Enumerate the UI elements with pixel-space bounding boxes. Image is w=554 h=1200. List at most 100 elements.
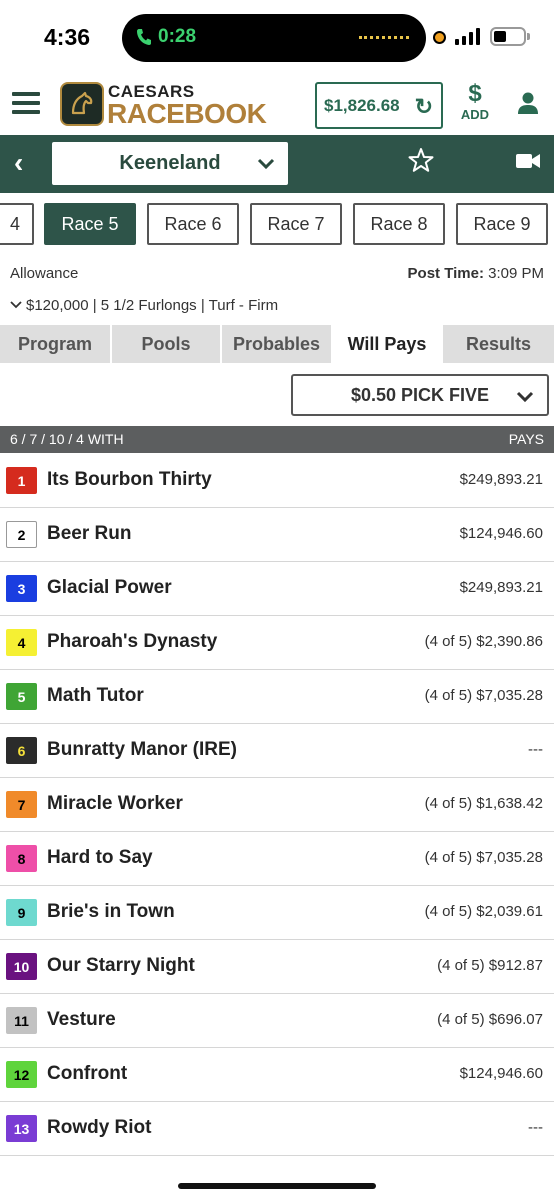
- race-tab-5[interactable]: Race 5: [44, 203, 136, 245]
- chevron-down-icon: [516, 391, 534, 403]
- runner-name: Brie's in Town: [47, 901, 175, 922]
- race-tab-9[interactable]: Race 9: [456, 203, 548, 245]
- will-pay-amount: ---: [528, 741, 543, 758]
- brand-racebook: RACEBOOK: [107, 98, 267, 129]
- profile-icon[interactable]: [516, 91, 540, 115]
- saddle-cloth-number: 7: [6, 791, 37, 818]
- will-pay-amount: (4 of 5) $912.87: [437, 957, 543, 974]
- combination-label: 6 / 7 / 10 / 4 WITH: [10, 431, 124, 447]
- add-funds-button[interactable]: $ ADD: [458, 80, 492, 123]
- list-item[interactable]: 6 Bunratty Manor (IRE) ---: [0, 724, 554, 778]
- tab-label: Program: [17, 333, 93, 354]
- will-pays-list: 1 Its Bourbon Thirty $249,893.21 2 Beer Run $…: [0, 454, 554, 1156]
- will-pay-amount: (4 of 5) $7,035.28: [424, 687, 543, 704]
- race-tab-4[interactable]: 4: [0, 203, 34, 245]
- combination-header: 6 / 7 / 10 / 4 WITH PAYS: [0, 426, 554, 453]
- runner-name: Vesture: [47, 1009, 116, 1030]
- list-item[interactable]: 13 Rowdy Riot ---: [0, 1102, 554, 1156]
- waveform-icon: [359, 36, 409, 40]
- will-pay-amount: (4 of 5) $696.07: [437, 1011, 543, 1028]
- tab-pools[interactable]: Pools: [112, 325, 222, 363]
- race-details: $120,000 | 5 1/2 Furlongs | Turf - Firm: [26, 297, 279, 314]
- tab-label: Results: [465, 333, 532, 354]
- runner-name: Its Bourbon Thirty: [47, 469, 212, 490]
- will-pay-amount: (4 of 5) $1,638.42: [424, 795, 543, 812]
- back-chevron-icon[interactable]: ‹: [14, 149, 23, 177]
- hamburger-menu-icon[interactable]: [12, 92, 40, 114]
- post-time-label: Post Time:: [407, 265, 484, 282]
- phone-icon: [137, 29, 151, 45]
- bet-type-select[interactable]: $0.50 PICK FIVE: [291, 374, 549, 416]
- saddle-cloth-number: 10: [6, 953, 37, 980]
- tab-label: Probables: [232, 333, 321, 354]
- saddle-cloth-number: 2: [6, 521, 37, 548]
- call-time: 0:28: [158, 26, 197, 47]
- race-tab-label: 4: [9, 213, 20, 234]
- race-tab-7[interactable]: Race 7: [250, 203, 342, 245]
- will-pay-amount: (4 of 5) $2,039.61: [424, 903, 543, 920]
- list-item[interactable]: 10 Our Starry Night (4 of 5) $912.87: [0, 940, 554, 994]
- race-tab-label: Race 6: [164, 213, 222, 234]
- chevron-down-icon: [257, 158, 275, 170]
- runner-name: Math Tutor: [47, 685, 144, 706]
- saddle-cloth-number: 1: [6, 467, 37, 494]
- list-item[interactable]: 4 Pharoah's Dynasty (4 of 5) $2,390.86: [0, 616, 554, 670]
- race-tab-8[interactable]: Race 8: [353, 203, 445, 245]
- will-pay-amount: (4 of 5) $7,035.28: [424, 849, 543, 866]
- tab-results[interactable]: Results: [443, 325, 554, 363]
- list-item[interactable]: 3 Glacial Power $249,893.21: [0, 562, 554, 616]
- runner-name: Miracle Worker: [47, 793, 183, 814]
- home-indicator[interactable]: [178, 1183, 376, 1189]
- video-camera-icon[interactable]: [516, 152, 540, 170]
- list-item[interactable]: 5 Math Tutor (4 of 5) $7,035.28: [0, 670, 554, 724]
- battery-icon: [490, 27, 526, 46]
- race-details-toggle[interactable]: $120,000 | 5 1/2 Furlongs | Turf - Firm: [10, 297, 278, 314]
- refresh-icon[interactable]: ↻: [415, 94, 433, 120]
- runner-name: Bunratty Manor (IRE): [47, 739, 237, 760]
- list-item[interactable]: 12 Confront $124,946.60: [0, 1048, 554, 1102]
- runner-name: Rowdy Riot: [47, 1117, 152, 1138]
- track-name: Keeneland: [119, 152, 221, 174]
- race-tab-6[interactable]: Race 6: [147, 203, 239, 245]
- list-item[interactable]: 1 Its Bourbon Thirty $249,893.21: [0, 454, 554, 508]
- list-item[interactable]: 11 Vesture (4 of 5) $696.07: [0, 994, 554, 1048]
- list-item[interactable]: 8 Hard to Say (4 of 5) $7,035.28: [0, 832, 554, 886]
- list-item[interactable]: 9 Brie's in Town (4 of 5) $2,039.61: [0, 886, 554, 940]
- track-selector[interactable]: Keeneland: [52, 142, 288, 185]
- runner-name: Our Starry Night: [47, 955, 195, 976]
- list-item[interactable]: 2 Beer Run $124,946.60: [0, 508, 554, 562]
- race-info: Allowance Post Time: 3:09 PM $120,000 | …: [0, 253, 554, 325]
- tab-label: Pools: [141, 333, 191, 354]
- recording-dot-icon: [433, 31, 446, 44]
- info-tabs: Program Pools Probables Will Pays Result…: [0, 325, 554, 363]
- runner-name: Pharoah's Dynasty: [47, 631, 218, 652]
- will-pay-amount: $124,946.60: [459, 1065, 543, 1082]
- dynamic-island[interactable]: 0:28: [122, 14, 426, 62]
- will-pay-amount: (4 of 5) $2,390.86: [424, 633, 543, 650]
- saddle-cloth-number: 11: [6, 1007, 37, 1034]
- race-tab-label: Race 8: [370, 213, 428, 234]
- post-time-value: 3:09 PM: [488, 265, 544, 282]
- runner-name: Glacial Power: [47, 577, 172, 598]
- saddle-cloth-number: 9: [6, 899, 37, 926]
- dollar-icon: $: [468, 80, 482, 107]
- race-tab-label: Race 9: [473, 213, 531, 234]
- favorite-star-icon[interactable]: [408, 147, 434, 173]
- tab-will-pays[interactable]: Will Pays: [333, 325, 443, 363]
- signal-icon: [455, 28, 480, 45]
- list-item[interactable]: 7 Miracle Worker (4 of 5) $1,638.42: [0, 778, 554, 832]
- balance-button[interactable]: $1,826.68 ↻: [315, 82, 443, 129]
- tab-program[interactable]: Program: [0, 325, 112, 363]
- will-pay-amount: $249,893.21: [459, 579, 543, 596]
- bet-type-value: $0.50 PICK FIVE: [350, 384, 490, 405]
- horse-logo-icon: [60, 82, 104, 126]
- saddle-cloth-number: 4: [6, 629, 37, 656]
- runner-name: Hard to Say: [47, 847, 153, 868]
- runner-name: Confront: [47, 1063, 128, 1084]
- battery-tip: [527, 33, 530, 40]
- saddle-cloth-number: 6: [6, 737, 37, 764]
- tab-probables[interactable]: Probables: [222, 325, 333, 363]
- call-indicator: 0:28: [136, 26, 196, 48]
- will-pay-amount: $124,946.60: [459, 525, 543, 542]
- runner-name: Beer Run: [47, 523, 132, 544]
